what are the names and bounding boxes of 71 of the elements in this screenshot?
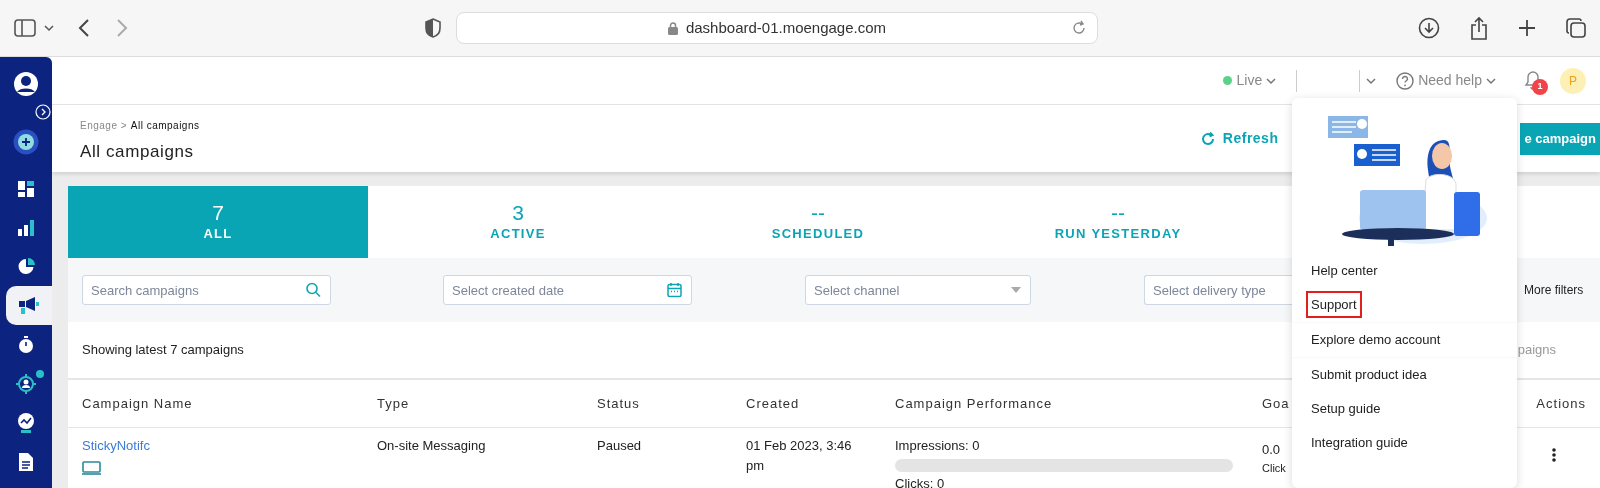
refresh-icon [1200,131,1215,146]
menu-item[interactable]: Submit product idea [1292,358,1517,392]
menu-item[interactable]: Integration guide [1292,426,1517,460]
bar-chart-icon [18,219,34,236]
column-header: Actions [1536,394,1586,413]
column-header: Goa [1262,394,1290,413]
calendar-icon [667,282,682,298]
plus-circle-icon [13,129,39,155]
refresh-button[interactable]: Refresh [1200,128,1279,149]
date-field[interactable]: Select created date [443,275,692,305]
chevron-down-icon [1366,76,1377,85]
tabs-icon[interactable] [1566,18,1586,38]
campaign-name-link[interactable]: StickyNotifc [82,438,150,453]
goal-value: 0.0 [1262,441,1282,459]
status-dot [1223,76,1233,85]
breadcrumb-current: All campaigns [130,119,200,131]
stopwatch-icon [18,335,34,354]
desktop-icon [82,461,101,476]
table-cell-text: On-site Messaging [377,437,486,455]
search-icon [306,282,321,298]
shield-icon[interactable] [424,18,442,38]
table-cell-text: Paused [597,437,642,455]
address-bar[interactable]: dashboard-01.moengage.com [456,12,1098,44]
trend-chart-icon [17,412,35,433]
user-target-icon [16,373,36,394]
chevron-down-icon [1486,76,1496,85]
sidebar-toggle-icon[interactable] [14,19,36,37]
breadcrumb-link[interactable]: Engage > [80,119,128,131]
status-tab[interactable]: 7 ALL [68,186,368,258]
plus-icon[interactable] [1518,19,1536,37]
dashboard-icon [18,180,34,197]
column-header: Type [377,394,410,413]
megaphone-icon [19,296,39,315]
search-field[interactable]: Search campaigns [82,275,331,305]
campaign-count-text: paigns [1517,341,1556,360]
document-icon [19,452,33,471]
notification-count: 1 [1532,78,1548,95]
page-title: All campaigns [80,142,195,163]
column-header: Created [746,394,800,413]
column-header: Campaign Name [82,394,193,413]
pie-chart-icon [17,258,35,275]
reload-icon[interactable] [1071,20,1087,36]
menu-item[interactable]: Help center [1292,254,1517,288]
goal-label: Click [1262,460,1286,476]
delivery-type-select[interactable]: Select delivery type [1144,275,1294,305]
chevron-down-icon[interactable] [44,24,54,32]
share-icon[interactable] [1470,16,1488,40]
menu-item[interactable]: Setup guide [1292,392,1517,426]
campaign-count-text: Showing latest 7 campaigns [82,341,244,360]
need-help-menu[interactable]: Need help [1396,70,1496,91]
help-icon [1396,71,1415,90]
column-header: Status [597,394,640,413]
clicks-text: Clicks: 0 [895,474,946,488]
more-options-icon[interactable] [1552,447,1556,462]
menu-item[interactable]: Support [1292,288,1517,322]
table-cell-text: 01 Feb 2023, 3:46 pm [746,437,853,475]
environment-selector[interactable]: Live [1223,70,1277,91]
chevron-down-icon [1266,76,1277,85]
create-campaign-button[interactable]: e campaign [1520,122,1600,155]
back-icon[interactable] [78,18,90,38]
more-filters-button[interactable]: More filters [1523,280,1585,300]
menu-item[interactable]: Explore demo account [1292,323,1517,357]
column-header: Campaign Performance [895,394,1053,413]
channel-select[interactable]: Select channel [805,275,1031,305]
impressions-text: Impressions: 0 [895,437,981,455]
download-icon[interactable] [1418,17,1440,39]
user-avatar-icon[interactable] [13,71,39,97]
dropdown-arrow-icon [1011,287,1021,293]
lock-icon [667,21,678,35]
url-text: dashboard-01.moengage.com [685,17,887,38]
sidebar-item[interactable] [6,286,52,325]
